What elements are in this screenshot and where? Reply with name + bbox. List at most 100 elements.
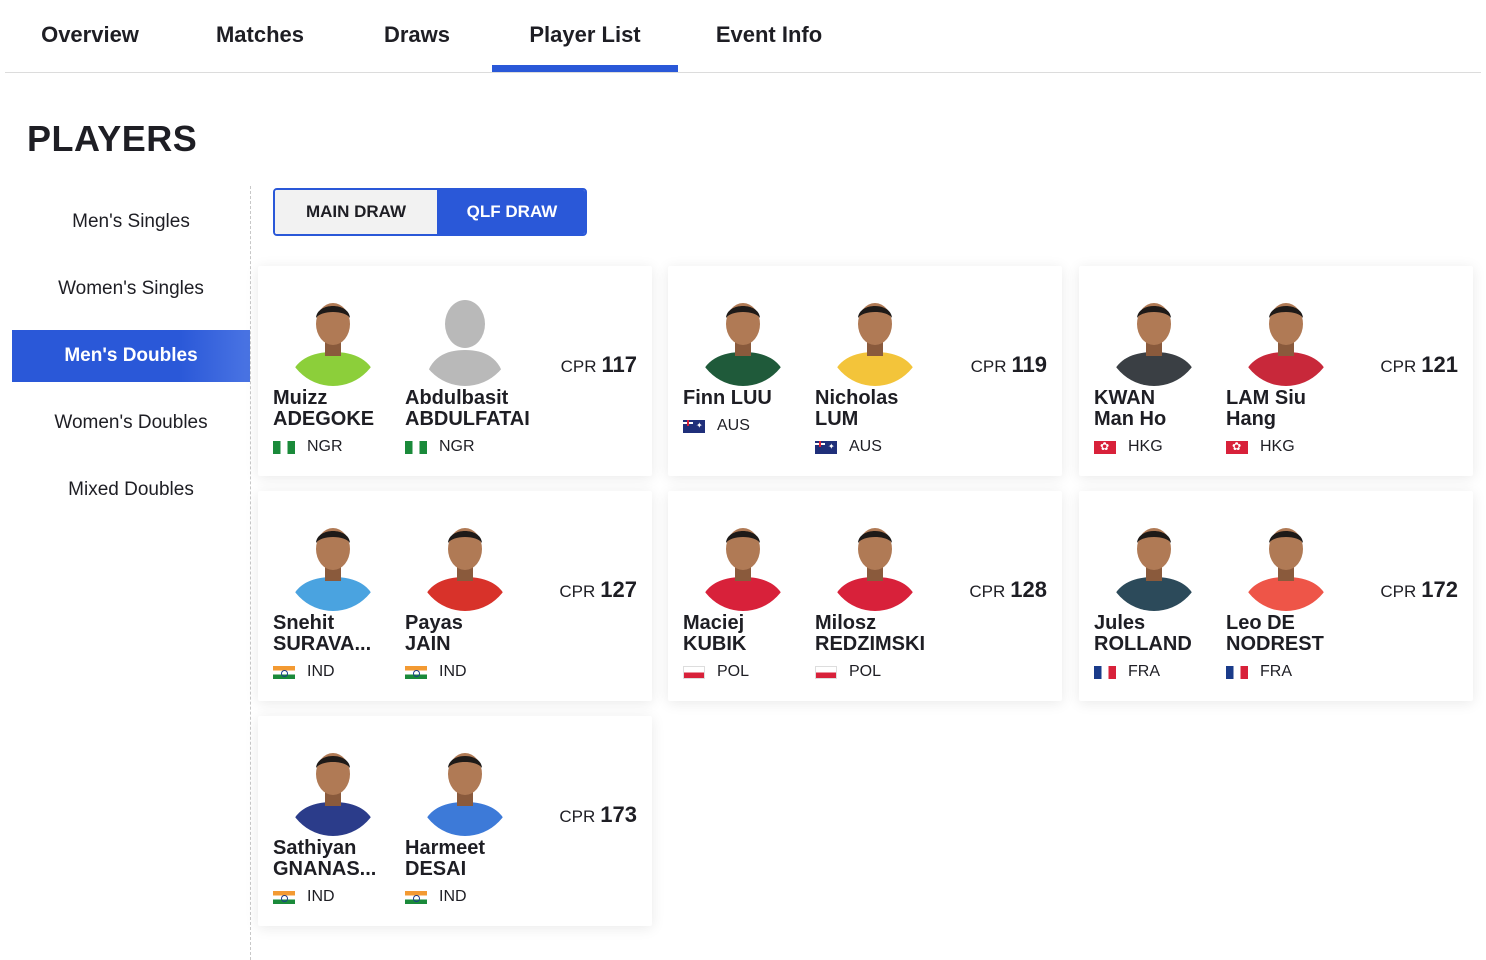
player-first-name: Maciej xyxy=(683,613,745,634)
sidebar-item-womens-singles[interactable]: Women's Singles xyxy=(12,263,250,315)
player-entry[interactable]: Abdulbasit ABDULFATAI NGR xyxy=(405,266,535,476)
flag-icon xyxy=(815,665,837,679)
player-entry[interactable]: LAM SiuHang HKG xyxy=(1226,266,1356,476)
player-entry[interactable]: Harmeet DESAI IND xyxy=(405,716,535,926)
player-photo xyxy=(695,513,791,611)
flag-icon xyxy=(405,890,427,904)
country-code: IND xyxy=(307,663,335,680)
country-code: HKG xyxy=(1128,438,1163,455)
player-last-name: ABDULFATAI xyxy=(405,409,530,430)
cpr-label: CPR xyxy=(1380,582,1417,601)
flag-icon xyxy=(1094,440,1116,454)
player-pair-card[interactable]: KWANMan Ho HKG LAM SiuHang HKG CPR121 xyxy=(1079,266,1473,476)
cpr-ranking: CPR 172 xyxy=(1380,577,1458,603)
country-code: IND xyxy=(439,663,467,680)
sidebar-divider xyxy=(250,186,251,960)
player-avatar xyxy=(695,513,791,611)
country-code: NGR xyxy=(307,438,343,455)
sidebar-item-mens-doubles[interactable]: Men's Doubles xyxy=(12,330,250,382)
flag-icon xyxy=(405,440,427,454)
country-code: IND xyxy=(439,888,467,905)
player-country: POL xyxy=(683,663,749,681)
player-avatar xyxy=(1106,288,1202,386)
tab-overview[interactable]: Overview xyxy=(41,0,139,72)
player-entry[interactable]: Milosz REDZIMSKI POL xyxy=(815,491,945,701)
player-last-name: SURAVA... xyxy=(273,634,372,655)
country-code: POL xyxy=(849,663,882,680)
cpr-ranking: CPR 128 xyxy=(969,577,1047,603)
flag-icon xyxy=(683,665,705,679)
tab-draws[interactable]: Draws xyxy=(382,0,452,72)
player-entry[interactable]: Sathiyan GNANAS... IND xyxy=(273,716,403,926)
flag-icon xyxy=(273,665,295,679)
player-entry[interactable]: Snehit SURAVA... IND xyxy=(273,491,403,701)
player-avatar xyxy=(417,738,513,836)
player-last-name: REDZIMSKI xyxy=(815,634,925,655)
player-first-name: Snehit xyxy=(273,613,335,634)
player-first-name: Sathiyan xyxy=(273,838,357,859)
player-entry[interactable]: Maciej KUBIK POL xyxy=(683,491,813,701)
player-name: Harmeet DESAI xyxy=(405,838,533,880)
country-code: IND xyxy=(307,888,335,905)
tab-matches[interactable]: Matches xyxy=(212,0,308,72)
player-entry[interactable]: Muizz ADEGOKE NGR xyxy=(273,266,403,476)
player-photo xyxy=(1106,513,1202,611)
player-country: NGR xyxy=(273,438,343,456)
player-avatar xyxy=(285,513,381,611)
flag-icon xyxy=(1226,440,1248,454)
country-code: POL xyxy=(717,663,750,680)
player-name: Abdulbasit ABDULFATAI xyxy=(405,388,533,430)
player-name: KWAN Man Ho xyxy=(1094,388,1222,430)
player-first-name: LAM Siu xyxy=(1226,388,1306,409)
player-country: IND xyxy=(273,663,335,681)
tab-player-list[interactable]: Player List xyxy=(492,0,678,72)
cpr-ranking: CPR 119 xyxy=(971,352,1047,378)
player-last-name: JAIN xyxy=(405,634,451,655)
player-entry[interactable]: KWANMan Ho HKG xyxy=(1094,266,1224,476)
player-pair-card[interactable]: Maciej KUBIK POL Milosz REDZIMSKI POL CPR 128 xyxy=(668,491,1062,701)
country-code: AUS xyxy=(849,438,882,455)
qlf-draw-button[interactable]: QLF DRAW xyxy=(439,190,585,234)
main-draw-button[interactable]: MAIN DRAW xyxy=(275,190,439,234)
player-first-name: KWAN xyxy=(1094,388,1156,409)
cpr-label: CPR xyxy=(970,357,1007,376)
country-code: AUS xyxy=(717,417,750,434)
player-photo xyxy=(285,513,381,611)
tab-event-info[interactable]: Event Info xyxy=(713,0,825,72)
player-name: Payas JAIN xyxy=(405,613,533,655)
player-pair-card[interactable]: Jules ROLLAND FRA Leo DE NODREST FRA CPR 172 xyxy=(1079,491,1473,701)
cpr-ranking: CPR 117 xyxy=(561,352,637,378)
player-country: FRA xyxy=(1094,663,1160,681)
player-photo xyxy=(285,288,381,386)
player-avatar xyxy=(1238,513,1334,611)
sidebar-item-mixed-doubles[interactable]: Mixed Doubles xyxy=(12,464,250,516)
cpr-value: 117 xyxy=(601,352,638,377)
player-entry[interactable]: Leo DE NODREST FRA xyxy=(1226,491,1356,701)
player-pair-card[interactable]: Finn LUU AUS NicholasLUM AUS CPR119 xyxy=(668,266,1062,476)
player-avatar xyxy=(285,288,381,386)
player-avatar xyxy=(417,288,513,386)
player-first-name: Nicholas xyxy=(815,388,899,409)
player-last-name: ADEGOKE xyxy=(273,409,375,430)
sidebar-item-womens-doubles[interactable]: Women's Doubles xyxy=(12,397,250,449)
player-entry[interactable]: Finn LUU AUS xyxy=(683,266,813,476)
cpr-value: 121 xyxy=(1421,352,1458,377)
player-name: Milosz REDZIMSKI xyxy=(815,613,943,655)
player-country: IND xyxy=(405,888,467,906)
player-entry[interactable]: NicholasLUM AUS xyxy=(815,266,945,476)
flag-icon xyxy=(273,440,295,454)
cpr-label: CPR xyxy=(559,582,596,601)
silhouette-placeholder-icon xyxy=(417,288,513,386)
cpr-label: CPR xyxy=(1380,357,1417,376)
player-pair-card[interactable]: Muizz ADEGOKE NGR Abdulbasit ABDULFATAI NGR CP… xyxy=(258,266,652,476)
player-country: AUS xyxy=(683,417,750,435)
player-name: Maciej KUBIK xyxy=(683,613,811,655)
player-entry[interactable]: Jules ROLLAND FRA xyxy=(1094,491,1224,701)
sidebar-item-mens-singles[interactable]: Men's Singles xyxy=(12,196,250,248)
player-photo xyxy=(1238,288,1334,386)
player-avatar xyxy=(417,513,513,611)
player-country: AUS xyxy=(815,438,882,456)
player-pair-card[interactable]: Sathiyan GNANAS... IND Harmeet DESAI IND CPR 17… xyxy=(258,716,652,926)
player-pair-card[interactable]: Snehit SURAVA... IND Payas JAIN IND CPR 127 xyxy=(258,491,652,701)
player-entry[interactable]: Payas JAIN IND xyxy=(405,491,535,701)
